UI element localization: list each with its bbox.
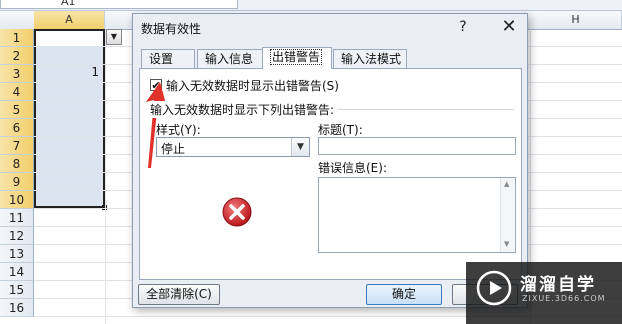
name-box[interactable]: A1 bbox=[0, 0, 238, 9]
scroll-up-icon[interactable]: ▲ bbox=[504, 180, 509, 188]
row-header-6[interactable]: 6 bbox=[0, 119, 34, 137]
grid-column-line bbox=[105, 29, 106, 324]
name-box-value: A1 bbox=[61, 0, 76, 8]
dialog-title: 数据有效性 bbox=[141, 22, 202, 36]
watermark: 溜溜自学 ZIXUE.3D66.COM bbox=[466, 262, 622, 324]
row-header-10[interactable]: 10 bbox=[0, 191, 34, 209]
chevron-down-icon[interactable]: ▼ bbox=[291, 138, 309, 156]
scroll-down-icon[interactable]: ▼ bbox=[504, 240, 509, 248]
clear-all-button[interactable]: 全部清除(C) bbox=[138, 284, 220, 305]
error-message-label: 错误信息(E): bbox=[318, 161, 387, 175]
row-header-5[interactable]: 5 bbox=[0, 101, 34, 119]
error-alert-panel: ✔ 输入无效数据时显示出错警告(S) 输入无效数据时显示下列出错警告: 样式(Y… bbox=[139, 68, 522, 280]
row-header-12[interactable]: 12 bbox=[0, 227, 34, 245]
column-header-a[interactable]: A bbox=[34, 11, 105, 29]
title-input[interactable] bbox=[318, 137, 516, 155]
ok-button[interactable]: 确定 bbox=[366, 284, 442, 305]
watermark-title: 溜溜自学 bbox=[520, 275, 596, 295]
active-cell-a1[interactable] bbox=[36, 31, 103, 47]
formula-bar-strip: A1 bbox=[0, 0, 622, 11]
group-label: 输入无效数据时显示下列出错警告: bbox=[150, 101, 339, 118]
tab-error-alert-label: 出错警告 bbox=[270, 49, 323, 65]
tab-ime-mode[interactable]: 输入法模式 bbox=[333, 49, 407, 68]
tab-input-message-label: 输入信息 bbox=[205, 52, 254, 66]
row-header-8[interactable]: 8 bbox=[0, 155, 34, 173]
row-header-4[interactable]: 4 bbox=[0, 83, 34, 101]
close-icon[interactable]: ✕ bbox=[497, 16, 521, 38]
tab-input-message[interactable]: 输入信息 bbox=[197, 49, 263, 68]
row-header-1[interactable]: 1 bbox=[0, 29, 34, 47]
watermark-subtitle: ZIXUE.3D66.COM bbox=[522, 294, 606, 303]
play-logo-icon bbox=[476, 270, 512, 306]
row-header-13[interactable]: 13 bbox=[0, 245, 34, 263]
row-header-7[interactable]: 7 bbox=[0, 137, 34, 155]
tab-error-alert[interactable]: 出错警告 bbox=[262, 47, 332, 69]
error-message-textarea[interactable]: ▲ ▼ bbox=[318, 177, 516, 253]
tab-ime-mode-label: 输入法模式 bbox=[341, 52, 402, 66]
row-header-11[interactable]: 11 bbox=[0, 209, 34, 227]
error-message-scrollbar[interactable]: ▲ ▼ bbox=[500, 178, 515, 252]
stop-icon bbox=[222, 197, 252, 227]
show-error-checkbox-label[interactable]: 输入无效数据时显示出错警告(S) bbox=[166, 77, 339, 94]
cell-a3[interactable]: 1 bbox=[36, 65, 99, 79]
title-label: 标题(T): bbox=[318, 123, 363, 137]
validation-dropdown-button[interactable]: ▼ bbox=[106, 29, 122, 45]
row-header-3[interactable]: 3 bbox=[0, 65, 34, 83]
row-header-14[interactable]: 14 bbox=[0, 263, 34, 281]
help-icon[interactable]: ? bbox=[455, 19, 471, 35]
row-header-16[interactable]: 16 bbox=[0, 299, 34, 317]
row-header-9[interactable]: 9 bbox=[0, 173, 34, 191]
row-header-15[interactable]: 15 bbox=[0, 281, 34, 299]
row-header-2[interactable]: 2 bbox=[0, 47, 34, 65]
column-header-h[interactable]: H bbox=[530, 11, 622, 29]
